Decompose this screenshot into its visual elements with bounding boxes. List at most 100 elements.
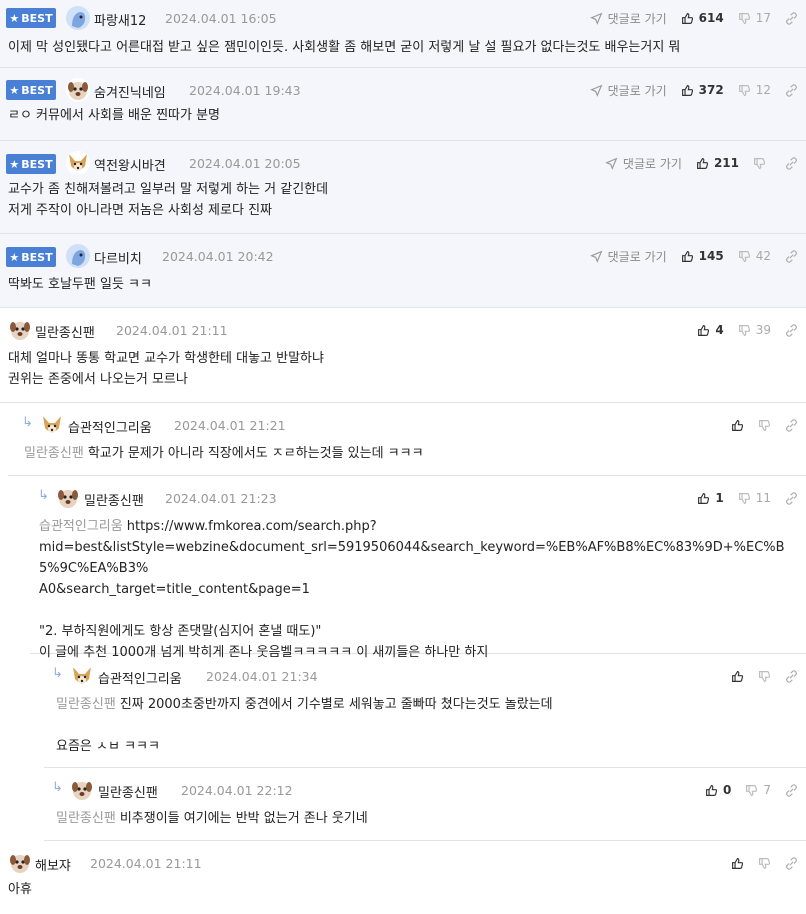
comment-list: ★ BEST 파랑새12 2024.04.01 16:05 댓글로 가기 614 … [0, 0, 806, 911]
upvote-button[interactable]: 372 [681, 83, 724, 97]
author-nick[interactable]: 역전왕시바견 [94, 155, 166, 174]
avatar[interactable] [66, 78, 90, 102]
comment: 해보쟈 2024.04.01 21:11 아휴 [0, 841, 806, 911]
downvote-button[interactable] [758, 419, 771, 432]
comment-body: ㄹㅇ 커뮤에서 사회를 배운 찐따가 분명 [8, 108, 221, 123]
author-nick[interactable]: 밀란종신팬 [98, 782, 158, 801]
downvote-button[interactable] [753, 157, 771, 170]
star-icon: ★ [9, 83, 20, 97]
link-icon [786, 156, 797, 170]
avatar[interactable] [40, 413, 64, 437]
mention-nick[interactable]: 밀란종신팬 [24, 446, 84, 461]
author-nick[interactable]: 습관적인그리움 [68, 417, 152, 436]
upvote-button[interactable]: 0 [705, 783, 731, 797]
upvote-button[interactable]: 4 [697, 323, 724, 337]
avatar[interactable] [70, 778, 94, 802]
upvote-button[interactable] [731, 857, 744, 870]
comment-actions: 댓글로 가기 372 12 [576, 80, 798, 100]
send-icon [589, 12, 603, 25]
share-link-button[interactable] [785, 491, 798, 505]
upvote-count: 1 [715, 491, 724, 505]
avatar[interactable] [8, 851, 32, 875]
mention-nick[interactable]: 밀란종신팬 [56, 697, 116, 712]
best-badge-label: BEST [21, 11, 53, 25]
thumbs-up-icon [696, 157, 708, 169]
upvote-button[interactable]: 614 [681, 11, 724, 25]
share-link-button[interactable] [785, 83, 798, 97]
go-to-reply-label: 댓글로 가기 [607, 83, 667, 98]
comment-actions [717, 853, 798, 873]
mention-nick[interactable]: 밀란종신팬 [56, 811, 116, 826]
upvote-button[interactable] [731, 419, 744, 432]
comment-date: 2024.04.01 21:21 [174, 418, 286, 433]
author-nick[interactable]: 파랑새12 [94, 10, 146, 29]
avatar[interactable] [66, 6, 90, 30]
share-link-button[interactable] [785, 669, 798, 683]
comment-actions [717, 666, 798, 686]
author-nick[interactable]: 습관적인그리움 [98, 668, 182, 687]
downvote-button[interactable] [758, 670, 771, 683]
downvote-button[interactable]: 17 [738, 11, 771, 25]
comment-actions: 댓글로 가기 614 17 [576, 8, 798, 28]
comment-body: 교수가 좀 친해져볼려고 일부러 말 저렇게 하는 거 같긴한데 저게 주작이 … [8, 182, 329, 218]
best-badge-label: BEST [21, 157, 53, 171]
comment-date: 2024.04.01 21:11 [90, 856, 202, 871]
best-badge: ★ BEST [6, 154, 56, 174]
comment-date: 2024.04.01 16:05 [165, 11, 277, 26]
thumbs-down-icon [738, 250, 750, 262]
upvote-button[interactable]: 1 [697, 491, 724, 505]
author-nick[interactable]: 해보쟈 [35, 855, 71, 874]
reply-comment: ↳ 밀란종신팬 2024.04.01 21:23 1 11 습관적인그리움 htt… [30, 476, 806, 660]
send-icon [589, 84, 603, 97]
comment-date: 2024.04.01 21:23 [165, 491, 277, 506]
go-to-reply-link[interactable]: 댓글로 가기 [589, 248, 667, 265]
star-icon: ★ [9, 250, 20, 264]
comment-body: 습관적인그리움 https://www.fmkorea.com/search.ph… [39, 516, 799, 663]
upvote-button[interactable]: 211 [696, 156, 739, 170]
thumbs-down-icon [759, 670, 771, 682]
best-badge-label: BEST [21, 250, 53, 264]
downvote-button[interactable]: 12 [738, 83, 771, 97]
share-link-button[interactable] [785, 156, 798, 170]
comment-body: 대체 얼마나 똥통 학교면 교수가 학생한테 대놓고 반말하냐 권위는 존중에서… [8, 351, 324, 387]
thumbs-up-icon [681, 84, 693, 96]
link-icon [786, 418, 797, 432]
author-nick[interactable]: 밀란종신팬 [35, 322, 95, 341]
go-to-reply-label: 댓글로 가기 [607, 11, 667, 26]
share-link-button[interactable] [785, 856, 798, 870]
avatar[interactable] [70, 664, 94, 688]
upvote-button[interactable] [731, 670, 744, 683]
thumbs-down-icon [738, 12, 750, 24]
avatar[interactable] [8, 318, 32, 342]
downvote-button[interactable]: 11 [738, 491, 771, 505]
avatar[interactable] [66, 244, 90, 268]
comment-body: 아휴 [8, 882, 32, 897]
link-icon [786, 856, 797, 870]
mention-nick[interactable]: 습관적인그리움 [39, 519, 123, 534]
reply-comment: ↳ 밀란종신팬 2024.04.01 22:12 0 7 밀란종신팬 비추쟁이들 … [44, 768, 806, 841]
author-nick[interactable]: 밀란종신팬 [84, 490, 144, 509]
share-link-button[interactable] [785, 11, 798, 25]
share-link-button[interactable] [785, 249, 798, 263]
share-link-button[interactable] [785, 783, 798, 797]
avatar[interactable] [66, 151, 90, 175]
downvote-button[interactable]: 39 [738, 323, 771, 337]
link-icon [786, 669, 797, 683]
thumbs-up-icon [681, 12, 693, 24]
go-to-reply-link[interactable]: 댓글로 가기 [589, 10, 667, 27]
go-to-reply-link[interactable]: 댓글로 가기 [605, 155, 682, 172]
downvote-button[interactable] [758, 857, 771, 870]
downvote-count: 11 [755, 491, 771, 505]
share-link-button[interactable] [785, 323, 798, 337]
author-nick[interactable]: 다르비치 [94, 248, 142, 267]
avatar[interactable] [56, 486, 80, 510]
downvote-button[interactable]: 7 [745, 783, 771, 797]
downvote-button[interactable]: 42 [738, 249, 771, 263]
thumbs-down-icon [738, 492, 750, 504]
reply-arrow-icon: ↳ [38, 488, 49, 503]
upvote-button[interactable]: 145 [681, 249, 724, 263]
thumbs-up-icon [698, 324, 710, 336]
share-link-button[interactable] [785, 418, 798, 432]
go-to-reply-link[interactable]: 댓글로 가기 [589, 82, 667, 99]
author-nick[interactable]: 숨겨진닉네임 [94, 82, 166, 101]
